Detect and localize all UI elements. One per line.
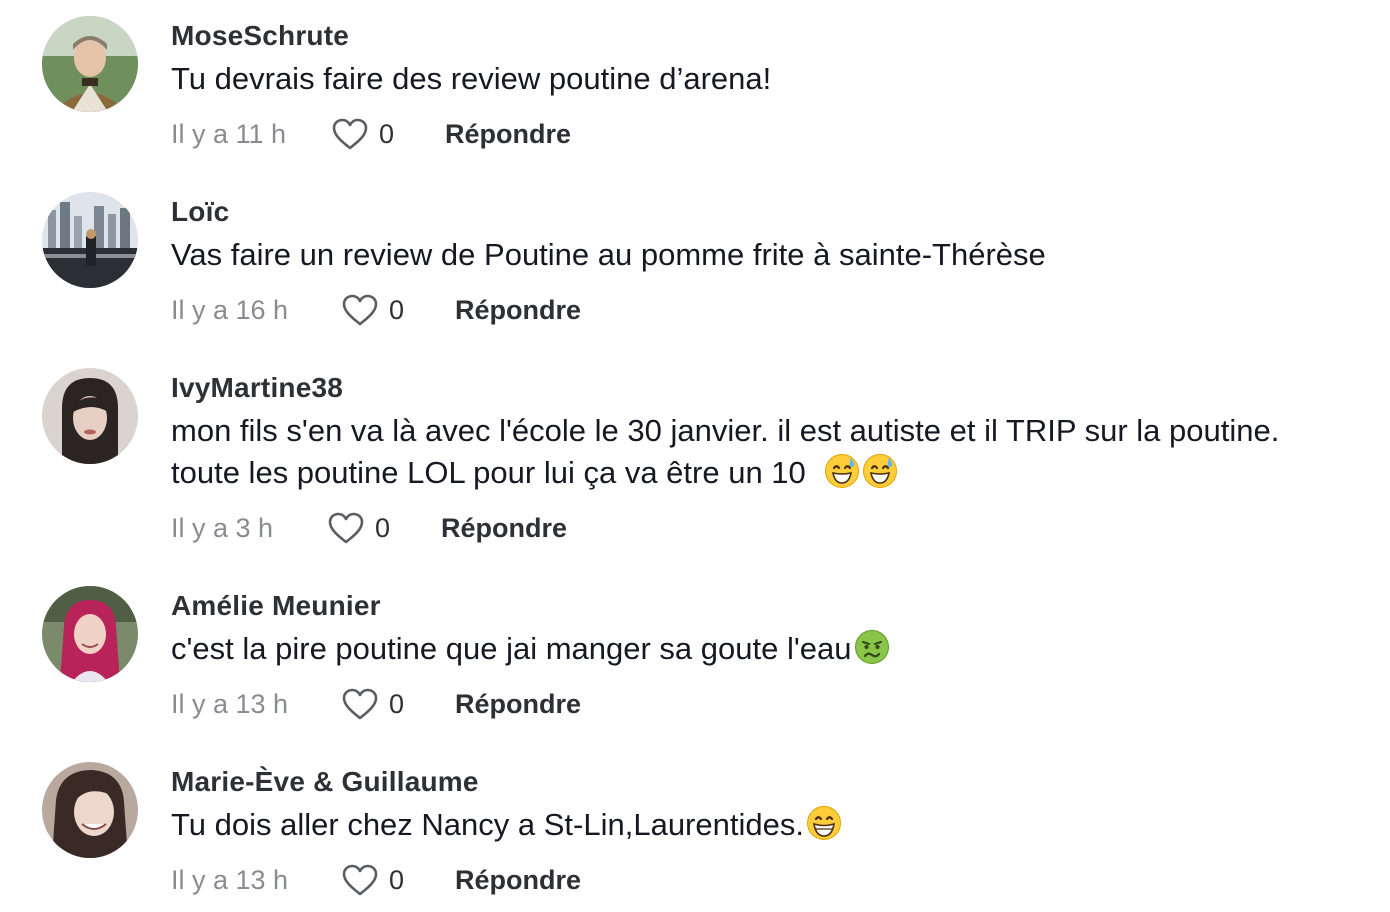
reply-button[interactable]: Répondre (455, 865, 581, 896)
comment-meta: Il y a 13 h 0 Répondre (171, 684, 581, 724)
timestamp: Il y a 16 h (171, 294, 289, 325)
like-count: 0 (389, 294, 405, 325)
comment-text-content: c'est la pire poutine que jai manger sa … (171, 631, 852, 666)
username[interactable]: Marie-Ève & Guillaume (171, 766, 479, 798)
username[interactable]: MoseSchrute (171, 20, 349, 52)
username[interactable]: Loïc (171, 196, 229, 228)
timestamp: Il y a 11 h (171, 118, 287, 149)
avatar-woman-red-hair-icon (42, 586, 138, 682)
comment-text-line: c'est la pire poutine que jai manger sa … (171, 628, 890, 670)
like-count: 0 (375, 512, 391, 543)
like-button[interactable]: 0 (341, 687, 455, 721)
username[interactable]: IvyMartine38 (171, 372, 343, 404)
heart-icon (332, 118, 368, 150)
reply-button[interactable]: Répondre (455, 689, 581, 720)
timestamp: Il y a 13 h (171, 864, 289, 895)
grinning-sweat-emoji-icon (824, 453, 860, 489)
comment-meta: Il y a 11 h 0 Répondre (171, 114, 571, 154)
timestamp: Il y a 3 h (171, 512, 274, 543)
avatar[interactable] (42, 16, 138, 112)
comment-meta: Il y a 3 h 0 Répondre (171, 508, 567, 548)
avatar[interactable] (42, 368, 138, 464)
avatar-woman-dark-hair-icon (42, 368, 138, 464)
avatar-man-outdoor-icon (42, 16, 138, 112)
comment-item: IvyMartine38 mon fils s'en va là avec l'… (0, 368, 1390, 568)
comment-text: mon fils s'en va là avec l'école le 30 j… (171, 413, 1280, 448)
like-button[interactable]: 0 (331, 117, 445, 151)
like-button[interactable]: 0 (327, 511, 441, 545)
comment-meta: Il y a 13 h 0 Répondre (171, 860, 581, 900)
comment-item: Marie-Ève & Guillaume Tu dois aller chez… (0, 762, 1390, 912)
avatar-woman-smiling-icon (42, 762, 138, 858)
like-count: 0 (389, 688, 405, 719)
avatar[interactable] (42, 192, 138, 288)
comment-item: Loïc Vas faire un review de Poutine au p… (0, 192, 1390, 352)
username[interactable]: Amélie Meunier (171, 590, 381, 622)
timestamp: Il y a 13 h (171, 688, 289, 719)
heart-icon (342, 864, 378, 896)
like-count: 0 (379, 118, 395, 149)
nauseated-face-emoji-icon (854, 629, 890, 665)
heart-icon (342, 294, 378, 326)
comment-item: Amélie Meunier c'est la pire poutine que… (0, 586, 1390, 746)
avatar[interactable] (42, 586, 138, 682)
comment-text: Vas faire un review de Poutine au pomme … (171, 237, 1046, 272)
comment-text-content: Tu dois aller chez Nancy a St-Lin,Lauren… (171, 807, 804, 842)
comment-item: MoseSchrute Tu devrais faire des review … (0, 16, 1390, 176)
grinning-sweat-emoji-icon (862, 453, 898, 489)
reply-button[interactable]: Répondre (455, 295, 581, 326)
avatar[interactable] (42, 762, 138, 858)
reply-button[interactable]: Répondre (445, 119, 571, 150)
avatar-city-skyline-icon (42, 192, 138, 288)
reply-button[interactable]: Répondre (441, 513, 567, 544)
comment-text: Tu devrais faire des review poutine d’ar… (171, 61, 772, 96)
like-button[interactable]: 0 (341, 863, 455, 897)
like-count: 0 (389, 864, 405, 895)
heart-icon (342, 688, 378, 720)
comment-list: MoseSchrute Tu devrais faire des review … (0, 0, 1390, 912)
comment-meta: Il y a 16 h 0 Répondre (171, 290, 581, 330)
like-button[interactable]: 0 (341, 293, 455, 327)
grinning-face-emoji-icon (806, 805, 842, 841)
comment-text-line: toute les poutine LOL pour lui ça va êtr… (171, 452, 898, 494)
comment-text-line: Tu dois aller chez Nancy a St-Lin,Lauren… (171, 804, 842, 846)
comment-text-content: toute les poutine LOL pour lui ça va êtr… (171, 455, 806, 490)
heart-icon (328, 512, 364, 544)
